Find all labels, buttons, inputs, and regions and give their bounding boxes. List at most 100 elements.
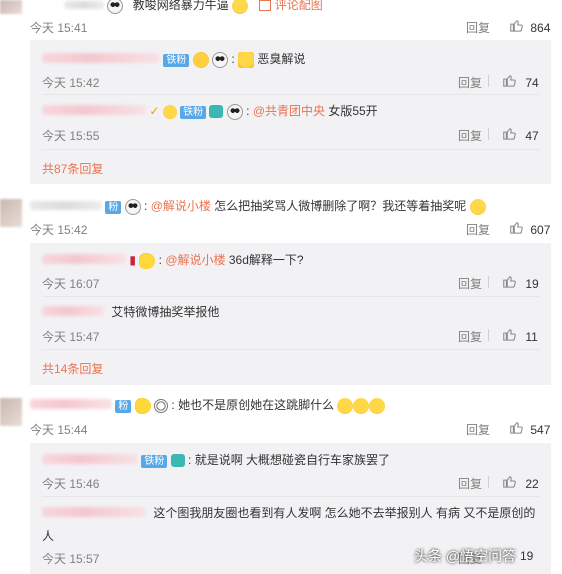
thinking-emoji-icon (337, 397, 354, 414)
camera-icon (209, 105, 224, 119)
username-blurred[interactable] (30, 201, 102, 210)
like-button[interactable]: 11 (502, 327, 538, 344)
like-count: 19 (525, 277, 539, 291)
like-count: 547 (530, 423, 551, 437)
thumbs-up-icon (503, 329, 516, 341)
divider (42, 296, 540, 297)
thumbs-up-icon (503, 128, 516, 140)
reply-time: 今天 15:57 (42, 552, 100, 566)
like-count: 607 (530, 223, 551, 237)
thumbs-up-icon (503, 476, 516, 488)
vip-icon: ✓ (149, 104, 160, 118)
username-blurred[interactable] (30, 399, 112, 409)
reply-text-line: ▮ : @解说小楼 36d解释一下? (42, 251, 304, 269)
thumbs-up-icon (510, 20, 523, 32)
comment-text-line: 粉 : 她也不是原创她在这跳脚什么 (30, 396, 386, 414)
username-blurred[interactable] (64, 1, 104, 9)
divider (488, 276, 489, 288)
username-blurred[interactable] (42, 254, 126, 264)
thumbs-up-emoji-icon (238, 51, 255, 68)
reply-text-continuation: 人 (42, 529, 55, 543)
thinking-emoji-icon (353, 397, 370, 414)
comment-time: 今天 15:42 (30, 223, 88, 237)
colon: : (188, 453, 192, 467)
mention-link[interactable]: @共青团中央 (253, 104, 325, 118)
username-blurred[interactable] (42, 53, 160, 63)
sweat-smile-emoji-icon (232, 0, 249, 14)
reply-text: 就是说啊 大概想碰瓷自行车家族罢了 (194, 453, 391, 467)
like-button[interactable]: 864 (509, 18, 550, 35)
reply-text-line: 艾特微博抽奖举报他 (42, 303, 219, 321)
colon: : (144, 199, 148, 213)
reply-text: 艾特微博抽奖举报他 (111, 305, 220, 319)
lipstick-icon: ▮ (129, 253, 136, 267)
reply-time: 今天 15:47 (42, 330, 100, 344)
reply-button[interactable]: 回复 (466, 19, 490, 36)
thumbs-up-icon (510, 222, 523, 234)
divider (488, 128, 489, 140)
mention-link[interactable]: @解说小楼 (165, 253, 225, 267)
divider (488, 476, 489, 488)
reply-text-line: 铁粉 : 就是说啊 大概想碰瓷自行车家族罢了 (42, 451, 390, 469)
avatar[interactable] (0, 199, 22, 227)
panda-emoji-icon (107, 0, 124, 14)
more-replies-link[interactable]: 共87条回复 (42, 160, 103, 177)
reply-text: 这个图我朋友圈也看到有人发啊 怎么她不去举报别人 有病 又不是原创的 (153, 506, 536, 520)
reply-button[interactable]: 回复 (466, 421, 490, 438)
username-blurred[interactable] (42, 105, 146, 115)
like-count: 47 (525, 129, 539, 143)
reply-text: 女版55开 (325, 104, 378, 118)
thumbs-up-icon (510, 422, 523, 434)
like-count: 19 (520, 549, 534, 563)
divider (488, 329, 489, 341)
like-button[interactable]: 19 (520, 549, 533, 563)
comment-text: 她也不是原创她在这跳脚什么 (178, 398, 335, 412)
like-button[interactable]: 22 (502, 474, 539, 491)
watermark: 头条 @悟空问答 (414, 546, 516, 566)
like-button[interactable]: 19 (502, 274, 539, 291)
fan-badge: 铁粉 (180, 106, 207, 119)
reply-text-line: 这个图我朋友圈也看到有人发啊 怎么她不去举报别人 有病 又不是原创的 (42, 504, 535, 522)
avatar[interactable] (0, 398, 22, 426)
divider (42, 149, 540, 150)
cool-face-emoji-icon (192, 51, 209, 68)
more-replies-link[interactable]: 共14条回复 (42, 360, 103, 377)
reply-button[interactable]: 回复 (458, 328, 482, 345)
thumbs-up-icon (503, 276, 516, 288)
username-blurred[interactable] (42, 507, 146, 517)
username-blurred[interactable] (42, 454, 138, 464)
divider (488, 75, 489, 87)
like-button[interactable]: 547 (509, 420, 550, 437)
mention-link[interactable]: @解说小楼 (151, 199, 211, 213)
reply-button[interactable]: 回复 (458, 275, 482, 292)
image-icon[interactable] (259, 0, 272, 12)
reply-button[interactable]: 回复 (458, 475, 482, 492)
comment-text: 怎么把抽奖骂人微博删除了啊？我还等着抽奖呢 (210, 199, 467, 213)
comment-time: 今天 15:44 (30, 423, 88, 437)
like-button[interactable]: 607 (509, 220, 550, 237)
like-count: 74 (525, 76, 539, 90)
comment-time: 今天 15:41 (30, 21, 88, 35)
colon: : (231, 52, 235, 66)
reply-time: 今天 16:07 (42, 277, 100, 291)
comment-text: 教唆网络暴力牛逼 (132, 0, 229, 12)
medal-icon (162, 104, 177, 119)
avatar[interactable] (0, 0, 22, 14)
duck-emoji-icon (139, 252, 156, 269)
like-button[interactable]: 47 (502, 126, 539, 143)
comment-image-link[interactable]: 评论配图 (275, 0, 323, 12)
reply-button[interactable]: 回复 (466, 221, 490, 238)
divider (42, 94, 540, 95)
like-count: 864 (530, 21, 551, 35)
reply-text: 36d解释一下? (225, 253, 304, 267)
thinking-emoji-icon (369, 397, 386, 414)
like-count: 22 (525, 477, 539, 491)
reply-button[interactable]: 回复 (458, 74, 482, 91)
like-button[interactable]: 74 (502, 73, 539, 90)
reply-time: 今天 15:55 (42, 129, 100, 143)
reply-time: 今天 15:42 (42, 76, 100, 90)
username-blurred[interactable] (42, 306, 104, 316)
reply-button[interactable]: 回复 (458, 127, 482, 144)
colon: : (171, 398, 175, 412)
camera-icon (170, 454, 185, 468)
